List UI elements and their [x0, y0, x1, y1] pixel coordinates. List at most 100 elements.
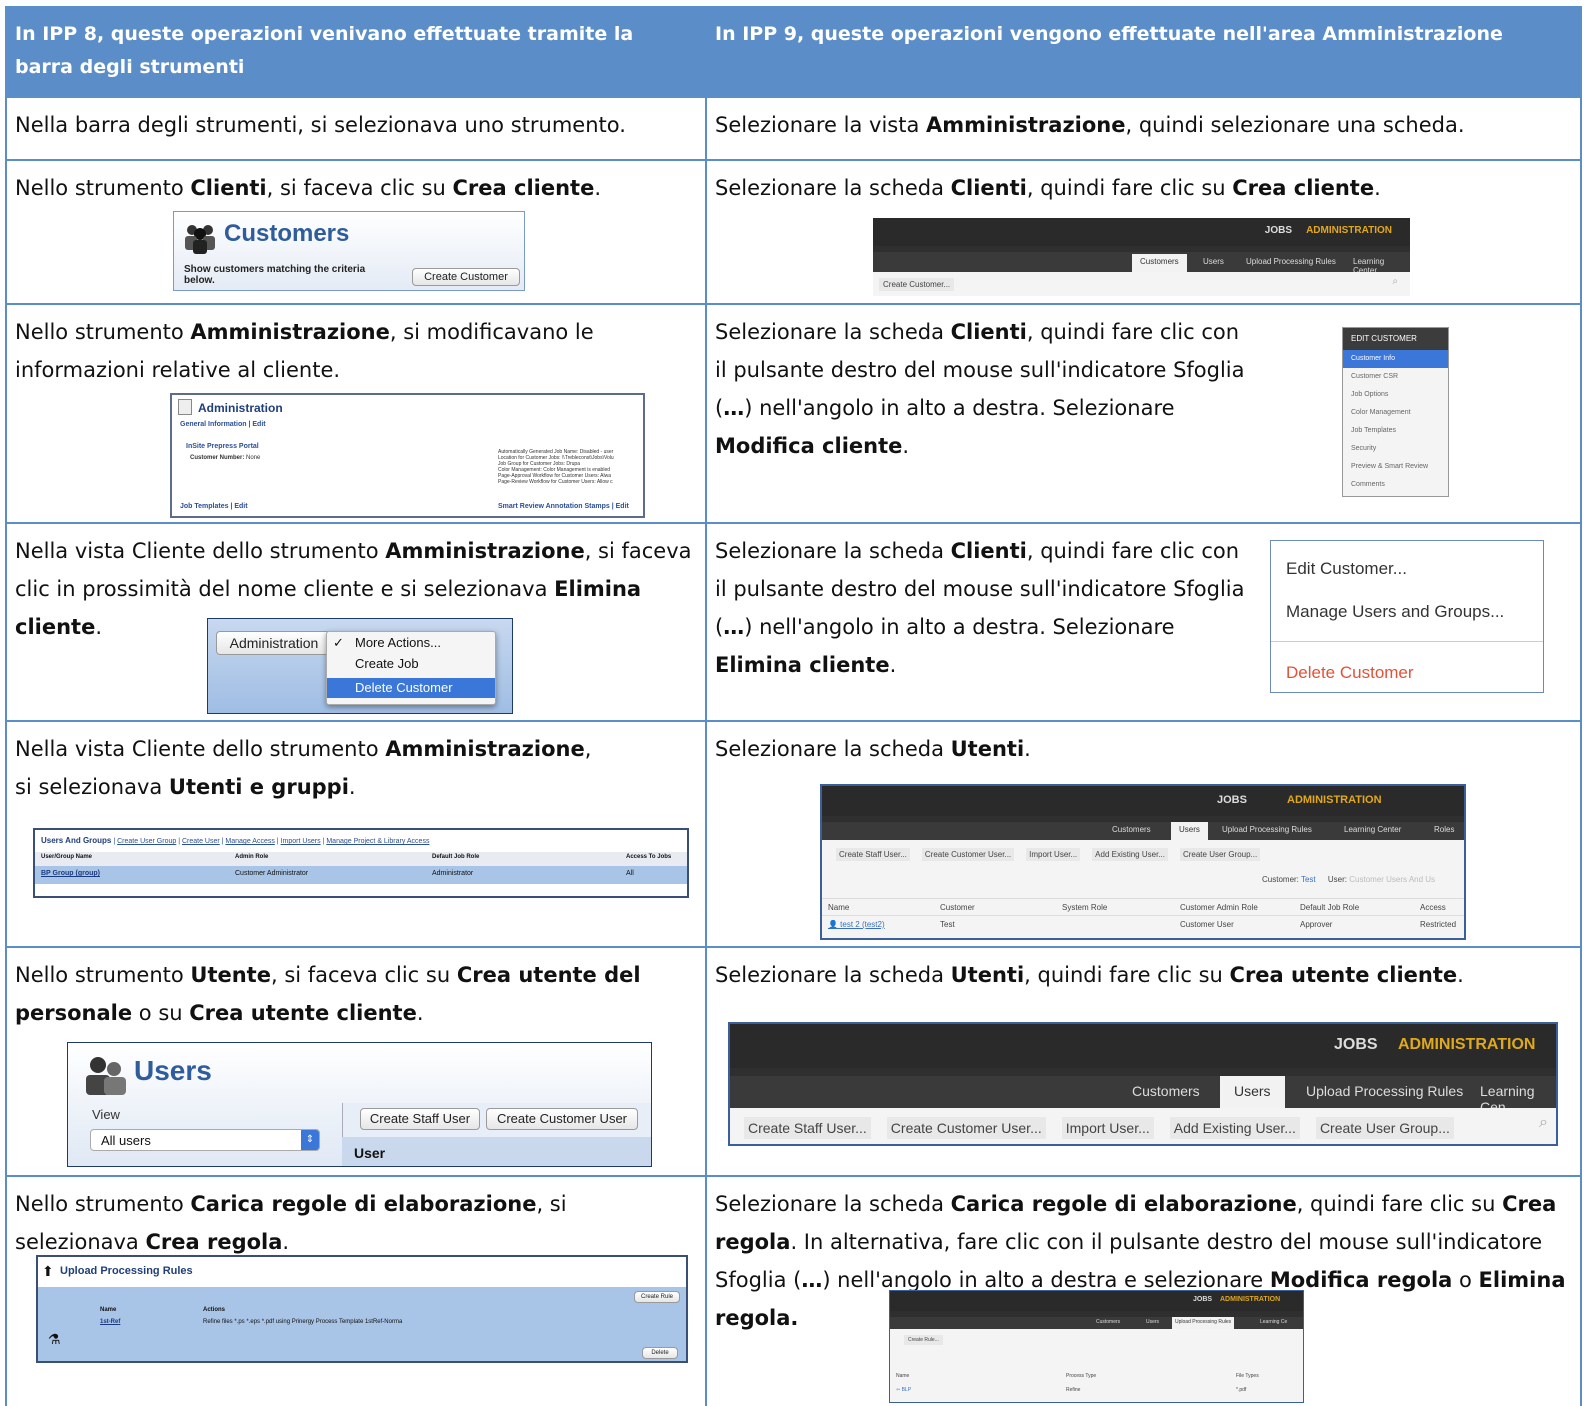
- menu-item[interactable]: Job Options: [1343, 386, 1448, 404]
- tab-users[interactable]: Users: [1198, 254, 1229, 269]
- row1-right: Selezionare la vista Amministrazione, qu…: [715, 113, 1465, 137]
- tab-upload-processing-rules[interactable]: Upload Processing Rules: [1306, 1083, 1463, 1099]
- tab-customers[interactable]: Customers: [1112, 825, 1151, 834]
- toolbar-button[interactable]: Add Existing User...: [1169, 1117, 1300, 1139]
- setting-line: Page-Review Workflow for Customer Users:…: [498, 479, 613, 485]
- create-staff-user-button[interactable]: Create Staff User: [360, 1108, 480, 1130]
- create-customer-button[interactable]: Create Customer...: [879, 278, 955, 291]
- job-templates-link[interactable]: Job Templates: [180, 503, 229, 510]
- user-name-link[interactable]: 👤 test 2 (test2): [828, 920, 885, 929]
- menu-item[interactable]: Preview & Smart Review: [1343, 458, 1448, 476]
- tab-upload-processing-rules[interactable]: Upload Processing Rules: [1222, 825, 1312, 834]
- users-groups-link[interactable]: Create User: [182, 838, 220, 845]
- search-icon[interactable]: ⌕: [1539, 1114, 1548, 1132]
- column-header: Customer Admin Role: [1180, 903, 1258, 912]
- rule-process-type: Refine: [1066, 1387, 1081, 1393]
- table-row[interactable]: 👤 test 2 (test2) Test Customer User Approve…: [822, 916, 1464, 934]
- menu-item[interactable]: Customer Info: [1343, 350, 1448, 368]
- customers-note: Show customers matching the criteria bel…: [184, 264, 366, 286]
- tab-learning-center[interactable]: Learning Ce: [1260, 1319, 1287, 1325]
- upr-old-screenshot: ⬆ Upload Processing Rules Create Rule Na…: [36, 1255, 688, 1363]
- toolbar-button[interactable]: Add Existing User...: [1092, 848, 1168, 861]
- table-row: Nello strumento Carica regole di elabora…: [5, 1175, 1582, 1406]
- menu-item[interactable]: Customer CSR: [1343, 368, 1448, 386]
- customer-filter-label: Customer:: [1262, 875, 1299, 884]
- menu-item[interactable]: Job Templates: [1343, 422, 1448, 440]
- toolbar-button[interactable]: Create User Group...: [1179, 848, 1261, 861]
- admin-role-value: Customer Administrator: [235, 870, 309, 877]
- menu-item-edit-customer[interactable]: Edit Customer...: [1286, 559, 1407, 579]
- access-value: All: [626, 870, 634, 877]
- menu-item[interactable]: Color Management: [1343, 404, 1448, 422]
- nav-administration[interactable]: ADMINISTRATION: [1220, 1296, 1280, 1303]
- users-groups-link[interactable]: Manage Access: [225, 838, 274, 845]
- menu-item[interactable]: Comments: [1343, 476, 1448, 494]
- edit-link[interactable]: Edit: [234, 503, 247, 510]
- smart-review-link[interactable]: Smart Review Annotation Stamps: [498, 503, 610, 510]
- rule-name-link[interactable]: ⇦ BLP: [896, 1387, 911, 1393]
- view-select[interactable]: All users ⇕: [90, 1129, 320, 1151]
- table-row[interactable]: BP Group (group) Customer Administrator …: [35, 866, 687, 884]
- edit-link[interactable]: Edit: [252, 421, 265, 428]
- customers-new-screenshot: JOBS ADMINISTRATION Customers Users Uplo…: [873, 218, 1410, 296]
- nav-administration[interactable]: ADMINISTRATION: [1306, 225, 1392, 236]
- create-rule-button[interactable]: Create Rule...: [904, 1335, 943, 1345]
- toolbar-button[interactable]: Create Customer User...: [886, 1117, 1046, 1139]
- tab-learning-center[interactable]: Learning Center: [1344, 825, 1401, 834]
- toolbar-button[interactable]: Create Staff User...: [744, 1117, 871, 1139]
- table-row: Nello strumento Utente, si faceva clic s…: [5, 946, 1582, 1175]
- chevron-updown-icon: ⇕: [301, 1130, 319, 1150]
- tab-users[interactable]: Users: [1171, 822, 1208, 840]
- menu-item-create-job[interactable]: Create Job: [355, 656, 419, 671]
- nav-jobs[interactable]: JOBS: [1265, 225, 1292, 236]
- menu-item-more-actions[interactable]: More Actions...: [355, 635, 441, 650]
- tab-roles[interactable]: Roles: [1434, 825, 1454, 834]
- toolbar-button[interactable]: Create Customer User...: [921, 848, 1015, 861]
- user-filter-input[interactable]: Customer Users And Us: [1349, 875, 1435, 884]
- menu-item-manage-users[interactable]: Manage Users and Groups...: [1286, 602, 1504, 622]
- create-customer-button[interactable]: Create Customer: [412, 268, 520, 286]
- tab-upload-processing-rules[interactable]: Upload Processing Rules: [1172, 1317, 1235, 1329]
- edit-link[interactable]: Edit: [616, 503, 629, 510]
- create-customer-user-button[interactable]: Create Customer User: [486, 1108, 638, 1130]
- customer-filter-value[interactable]: Test: [1301, 875, 1316, 884]
- toolbar-button[interactable]: Create Staff User...: [836, 848, 910, 861]
- nav-administration[interactable]: ADMINISTRATION: [1287, 794, 1382, 806]
- tab-users[interactable]: Users: [1220, 1076, 1285, 1108]
- customer-number-label: Customer Number:: [190, 455, 245, 461]
- general-information-link[interactable]: General Information: [180, 421, 247, 428]
- tab-customers[interactable]: Customers: [1132, 254, 1187, 272]
- tab-upload-processing-rules[interactable]: Upload Processing Rules: [1241, 254, 1341, 269]
- tab-users[interactable]: Users: [1146, 1319, 1159, 1325]
- document-icon: [178, 399, 192, 415]
- toolbar-button[interactable]: Create User Group...: [1315, 1117, 1454, 1139]
- nav-jobs[interactable]: JOBS: [1217, 794, 1247, 806]
- user-filter-label: User:: [1327, 875, 1348, 884]
- delete-button[interactable]: Delete: [642, 1347, 678, 1359]
- menu-item-delete-customer[interactable]: Delete Customer: [327, 678, 495, 698]
- up-arrow-icon: ⬆: [42, 1263, 54, 1279]
- nav-jobs[interactable]: JOBS: [1193, 1296, 1212, 1303]
- group-name-link[interactable]: BP Group (group): [41, 870, 100, 877]
- create-rule-button[interactable]: Create Rule: [634, 1291, 680, 1303]
- toolbar-button[interactable]: Import User...: [1061, 1117, 1154, 1139]
- users-groups-link[interactable]: Create User Group: [117, 838, 176, 845]
- tab-customers[interactable]: Customers: [1132, 1083, 1200, 1099]
- nav-administration[interactable]: ADMINISTRATION: [1398, 1036, 1535, 1054]
- view-select-value: All users: [101, 1133, 151, 1148]
- users-groups-link[interactable]: Manage Project & Library Access: [326, 838, 429, 845]
- menu-item-delete-customer[interactable]: Delete Customer: [1286, 663, 1414, 683]
- rule-name-link[interactable]: 1st-Ref: [100, 1319, 120, 1325]
- toolbar-button[interactable]: Import User...: [1026, 848, 1081, 861]
- table-row: Nella barra degli strumenti, si selezion…: [5, 96, 1582, 159]
- tab-customers[interactable]: Customers: [1096, 1319, 1120, 1325]
- menu-item[interactable]: Security: [1343, 440, 1448, 458]
- table-row: Nello strumento Amministrazione, si modi…: [5, 303, 1582, 522]
- users-groups-link[interactable]: Import Users: [281, 838, 321, 845]
- search-icon[interactable]: ⌕: [1392, 276, 1398, 287]
- row3-right: Selezionare la scheda Clienti, quindi fa…: [715, 320, 1245, 458]
- view-label: View: [92, 1107, 120, 1122]
- nav-jobs[interactable]: JOBS: [1334, 1036, 1378, 1054]
- administration-dropdown[interactable]: Administration: [216, 631, 332, 655]
- users-groups-old-screenshot: Users And Groups | Create User Group | C…: [33, 828, 689, 898]
